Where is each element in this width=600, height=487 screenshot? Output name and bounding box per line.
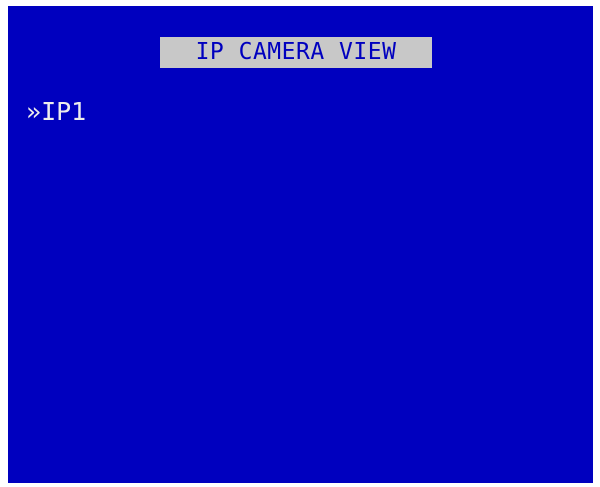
screen-title: IP CAMERA VIEW	[160, 37, 432, 68]
menu-item-ip1[interactable]: »IP1	[26, 97, 86, 127]
selection-marker-icon: »	[26, 97, 42, 126]
osd-screen: IP CAMERA VIEW »IP1	[8, 6, 593, 483]
menu-item-label: IP1	[41, 97, 87, 126]
